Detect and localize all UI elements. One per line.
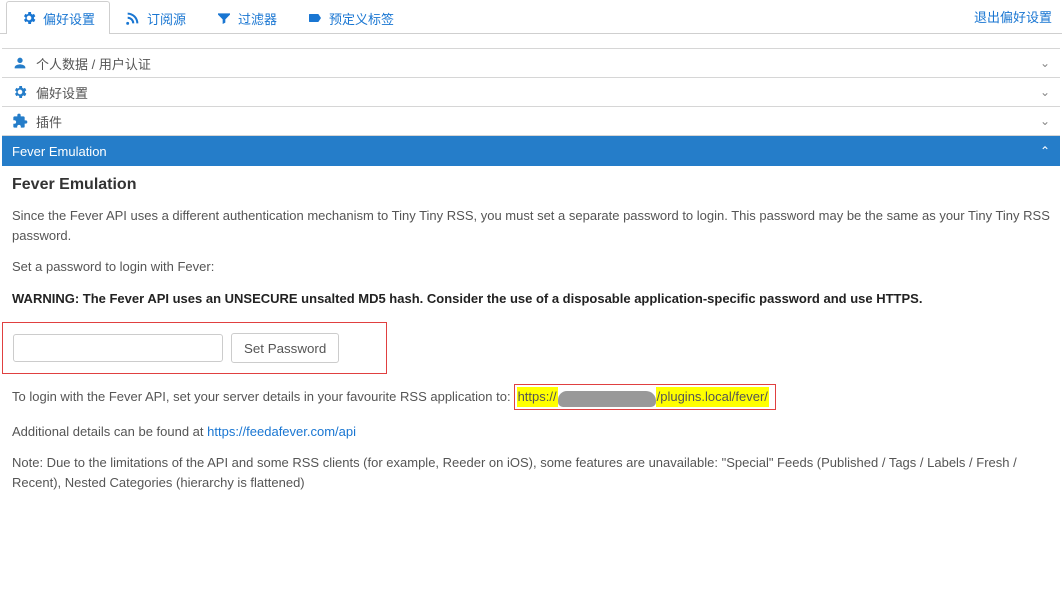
panel-warning: WARNING: The Fever API uses an UNSECURE …: [12, 289, 1050, 309]
url-host-redacted: [558, 391, 656, 407]
tab-prefs-label: 偏好设置: [43, 9, 95, 28]
accordion-personal-label: 个人数据 / 用户认证: [36, 54, 151, 73]
tab-bar: 偏好设置 订阅源 过滤器 预定义标签 退出偏好设置: [0, 0, 1062, 34]
panel-note: Note: Due to the limitations of the API …: [12, 453, 1050, 492]
chevron-down-icon: ⌄: [1040, 56, 1050, 70]
prefs-container: 个人数据 / 用户认证 ⌄ 偏好设置 ⌄ 插件 ⌄ Fever Emulatio…: [0, 34, 1062, 518]
password-row: Set Password: [2, 322, 387, 374]
accordion-prefs[interactable]: 偏好设置 ⌄: [2, 77, 1060, 107]
puzzle-icon: [12, 113, 28, 129]
fever-password-input[interactable]: [13, 334, 223, 362]
chevron-down-icon: ⌄: [1040, 85, 1050, 99]
gear-icon: [12, 84, 28, 100]
fever-panel: Fever Emulation Since the Fever API uses…: [2, 166, 1060, 516]
tab-filters[interactable]: 过滤器: [201, 1, 292, 34]
panel-intro: Since the Fever API uses a different aut…: [12, 206, 1050, 245]
accordion-personal[interactable]: 个人数据 / 用户认证 ⌄: [2, 48, 1060, 78]
chevron-down-icon: ⌄: [1040, 114, 1050, 128]
panel-title: Fever Emulation: [12, 176, 1050, 194]
gear-icon: [21, 10, 37, 26]
additional-details-line: Additional details can be found at https…: [12, 422, 1050, 442]
accordion-fever-label: Fever Emulation: [12, 144, 107, 159]
additional-pre: Additional details can be found at: [12, 424, 207, 439]
exit-prefs-link[interactable]: 退出偏好设置: [964, 0, 1062, 33]
rss-icon: [125, 10, 141, 26]
login-url-pre: To login with the Fever API, set your se…: [12, 387, 511, 407]
accordion-fever-header[interactable]: Fever Emulation ⌃: [2, 136, 1060, 166]
tab-filters-label: 过滤器: [238, 9, 277, 28]
exit-prefs-label: 退出偏好设置: [974, 7, 1052, 26]
tab-feeds-label: 订阅源: [147, 9, 186, 28]
tab-labels-label: 预定义标签: [329, 9, 394, 28]
url-protocol: https://: [517, 387, 558, 407]
accordion-plugins[interactable]: 插件 ⌄: [2, 106, 1060, 136]
filter-icon: [216, 10, 232, 26]
accordion-prefs-label: 偏好设置: [36, 83, 88, 102]
label-icon: [307, 10, 323, 26]
tab-feeds[interactable]: 订阅源: [110, 1, 201, 34]
tab-labels[interactable]: 预定义标签: [292, 1, 409, 34]
login-url-line: To login with the Fever API, set your se…: [12, 384, 1050, 410]
tab-prefs[interactable]: 偏好设置: [6, 1, 110, 34]
url-suffix: /plugins.local/fever/: [656, 387, 769, 407]
accordion-plugins-label: 插件: [36, 112, 62, 131]
person-icon: [12, 55, 28, 71]
feedafever-link[interactable]: https://feedafever.com/api: [207, 424, 356, 439]
chevron-up-icon: ⌃: [1040, 144, 1050, 158]
login-url-box: https:// /plugins.local/fever/: [514, 384, 776, 410]
panel-set-pw-prompt: Set a password to login with Fever:: [12, 257, 1050, 277]
set-password-button[interactable]: Set Password: [231, 333, 339, 363]
